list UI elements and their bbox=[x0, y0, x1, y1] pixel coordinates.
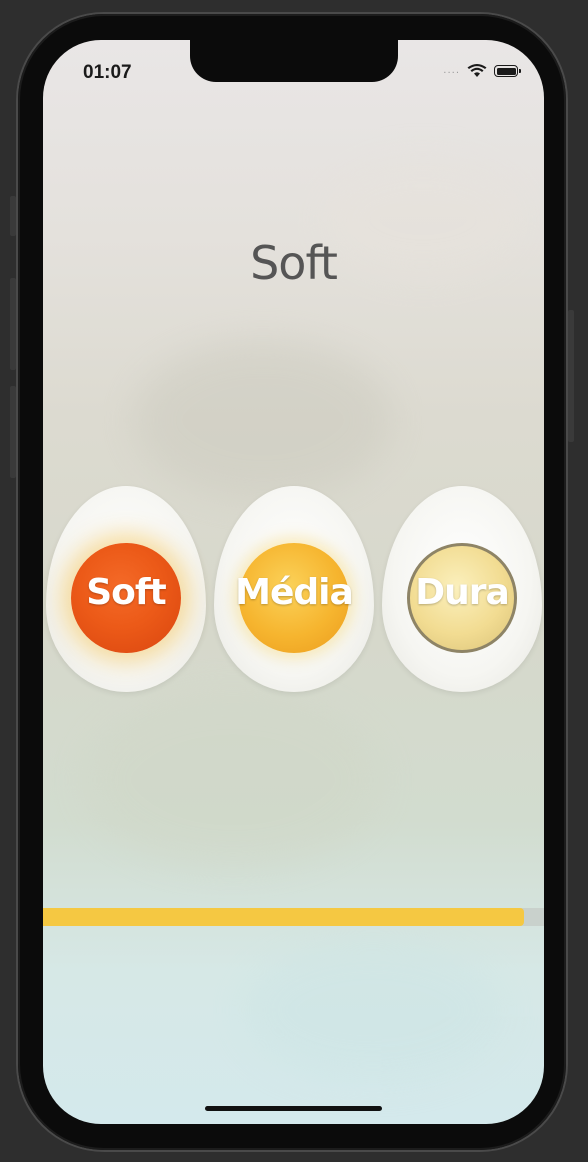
media-egg-label: Média bbox=[235, 572, 354, 613]
status-icons: .... bbox=[443, 64, 521, 78]
power-button bbox=[568, 310, 574, 442]
dura-egg-label: Dura bbox=[415, 572, 510, 613]
signal-icon: .... bbox=[443, 65, 460, 76]
background-texture bbox=[243, 940, 503, 1080]
timer-progress-fill bbox=[43, 908, 524, 926]
timer-progress-bar bbox=[43, 908, 544, 926]
mute-switch bbox=[10, 196, 16, 236]
camera-notch bbox=[190, 40, 398, 82]
volume-down-button bbox=[10, 386, 16, 478]
media-egg-button[interactable]: Média bbox=[214, 486, 374, 692]
wifi-icon bbox=[467, 64, 487, 77]
dura-egg-button[interactable]: Dura bbox=[382, 486, 542, 692]
status-time: 01:07 bbox=[83, 62, 132, 83]
home-indicator[interactable] bbox=[205, 1106, 382, 1111]
app-screen: 01:07 .... Soft Soft Média Dura bbox=[43, 40, 544, 1124]
soft-egg-button[interactable]: Soft bbox=[46, 486, 206, 692]
background-texture bbox=[83, 690, 383, 870]
soft-egg-label: Soft bbox=[86, 572, 167, 613]
background-texture bbox=[133, 340, 393, 500]
battery-icon bbox=[494, 65, 521, 77]
volume-up-button bbox=[10, 278, 16, 370]
selected-hardness-title: Soft bbox=[250, 236, 338, 290]
